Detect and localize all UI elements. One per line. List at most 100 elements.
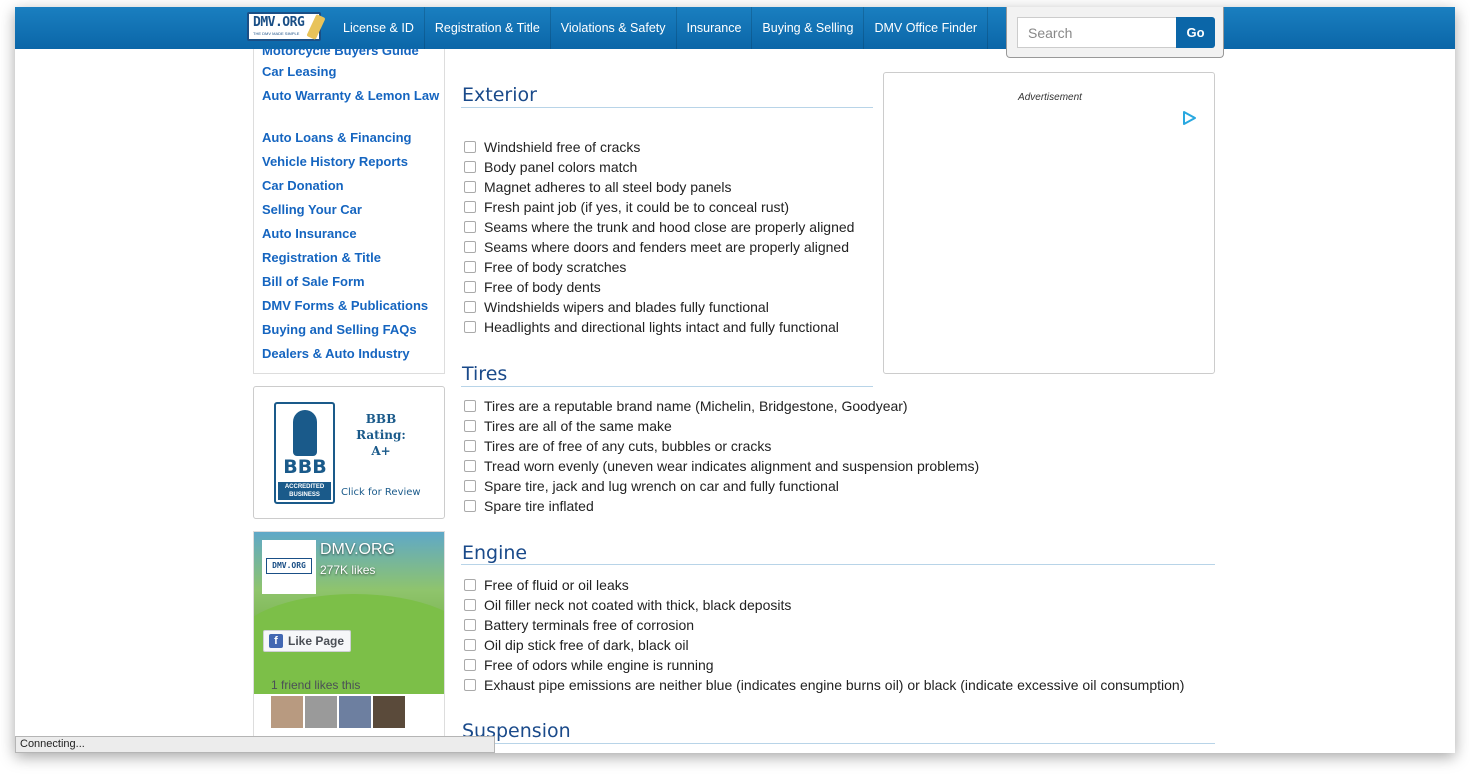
friend-avatar[interactable] <box>373 696 405 728</box>
checklist-item[interactable]: Battery terminals free of corrosion <box>464 615 694 635</box>
go-button[interactable]: Go <box>1176 17 1215 48</box>
search-input[interactable] <box>1017 17 1177 48</box>
facebook-like-button[interactable]: f Like Page <box>263 630 351 652</box>
checkbox[interactable] <box>464 281 476 293</box>
facebook-icon: f <box>269 634 283 648</box>
section-title-engine: Engine <box>462 542 528 564</box>
checkbox[interactable] <box>464 639 476 651</box>
nav-menu: License & ID Registration & Title Violat… <box>333 7 989 49</box>
checkbox[interactable] <box>464 599 476 611</box>
sidebar-link-car-donation[interactable]: Car Donation <box>262 177 442 195</box>
checklist-item[interactable]: Spare tire, jack and lug wrench on car a… <box>464 476 839 496</box>
nav-item-license-id[interactable]: License & ID <box>333 7 425 49</box>
checkbox[interactable] <box>464 301 476 313</box>
sidebar-link-buying-selling-faqs[interactable]: Buying and Selling FAQs <box>262 321 442 339</box>
checklist-item[interactable]: Spare tire inflated <box>464 496 594 516</box>
checklist-item[interactable]: Magnet adheres to all steel body panels <box>464 177 732 197</box>
checklist-item[interactable]: Free of odors while engine is running <box>464 655 714 675</box>
sidebar-link-motorcycle-buyers-guide[interactable]: Motorcycle Buyers Guide <box>262 49 442 60</box>
bbb-rating: BBB Rating: A+ <box>346 411 416 459</box>
search-panel: Go <box>1006 7 1224 58</box>
checklist-item[interactable]: Tires are all of the same make <box>464 416 672 436</box>
bbb-badge[interactable]: BBB ACCREDITED BUSINESS BBB Rating: A+ C… <box>253 386 445 519</box>
sidebar-link-selling-your-car[interactable]: Selling Your Car <box>262 201 442 219</box>
checkbox[interactable] <box>464 161 476 173</box>
section-divider <box>461 107 873 108</box>
section-title-exterior: Exterior <box>462 84 537 106</box>
checkbox[interactable] <box>464 460 476 472</box>
checklist-item[interactable]: Body panel colors match <box>464 157 637 177</box>
nav-item-insurance[interactable]: Insurance <box>677 7 753 49</box>
profile-logo: DMV.ORG <box>266 558 312 574</box>
facebook-widget: DMV.ORG DMV.ORG 277K likes f Like Page 1… <box>253 531 445 753</box>
facebook-profile-picture[interactable]: DMV.ORG <box>262 540 316 594</box>
facebook-cover-image: DMV.ORG DMV.ORG 277K likes f Like Page <box>254 532 444 694</box>
facebook-page-name[interactable]: DMV.ORG <box>320 541 395 559</box>
nav-item-buying-selling[interactable]: Buying & Selling <box>752 7 865 49</box>
checkbox[interactable] <box>464 201 476 213</box>
checklist-item[interactable]: Seams where the trunk and hood close are… <box>464 217 854 237</box>
checklist-item[interactable]: Tread worn evenly (uneven wear indicates… <box>464 456 979 476</box>
like-button-label: Like Page <box>288 634 345 648</box>
sidebar-link-auto-warranty[interactable]: Auto Warranty & Lemon Law <box>262 87 442 105</box>
sidebar-link-dealers-auto-industry[interactable]: Dealers & Auto Industry <box>262 345 442 363</box>
checkbox[interactable] <box>464 659 476 671</box>
checkbox[interactable] <box>464 181 476 193</box>
sidebar-link-registration-title[interactable]: Registration & Title <box>262 249 442 267</box>
sidebar-link-car-leasing[interactable]: Car Leasing <box>262 63 442 81</box>
section-title-tires: Tires <box>462 363 508 385</box>
bbb-rating-line1: BBB <box>365 412 397 426</box>
checklist-item[interactable]: Headlights and directional lights intact… <box>464 317 839 337</box>
checkbox[interactable] <box>464 221 476 233</box>
checkbox[interactable] <box>464 619 476 631</box>
bbb-seal-icon: BBB ACCREDITED BUSINESS <box>274 402 335 504</box>
checkbox[interactable] <box>464 579 476 591</box>
browser-status-bar: Connecting... <box>15 736 495 753</box>
friend-avatar[interactable] <box>271 696 303 728</box>
bbb-rating-line2: Rating: <box>356 428 406 442</box>
checkbox[interactable] <box>464 321 476 333</box>
advertisement-label: Advertisement <box>1018 92 1082 103</box>
sidebar-link-vehicle-history[interactable]: Vehicle History Reports <box>262 153 442 171</box>
checklist-item[interactable]: Free of fluid or oil leaks <box>464 575 629 595</box>
checkbox[interactable] <box>464 141 476 153</box>
sidebar-link-auto-insurance[interactable]: Auto Insurance <box>262 225 442 243</box>
checklist-item[interactable]: Windshields wipers and blades fully func… <box>464 297 769 317</box>
section-divider <box>461 564 1215 565</box>
checklist-item[interactable]: Free of body dents <box>464 277 601 297</box>
sidebar-links: Motorcycle Buyers Guide Car Leasing Auto… <box>253 49 445 374</box>
checkbox[interactable] <box>464 500 476 512</box>
checkbox[interactable] <box>464 480 476 492</box>
checkbox[interactable] <box>464 261 476 273</box>
checklist-item[interactable]: Fresh paint job (if yes, it could be to … <box>464 197 789 217</box>
checklist-item[interactable]: Oil dip stick free of dark, black oil <box>464 635 689 655</box>
checkbox[interactable] <box>464 440 476 452</box>
checklist-item[interactable]: Free of body scratches <box>464 257 626 277</box>
checklist-item[interactable]: Windshield free of cracks <box>464 137 640 157</box>
checklist-item[interactable]: Seams where doors and fenders meet are p… <box>464 237 849 257</box>
nav-item-dmv-office-finder[interactable]: DMV Office Finder <box>864 7 989 49</box>
advertisement-box[interactable]: Advertisement <box>883 72 1215 374</box>
checklist-item[interactable]: Tires are a reputable brand name (Michel… <box>464 396 908 416</box>
bbb-click-for-review[interactable]: Click for Review <box>341 487 421 498</box>
logo-tagline: THE DMV MADE SIMPLE <box>253 31 300 36</box>
checkbox[interactable] <box>464 420 476 432</box>
sidebar-link-dmv-forms[interactable]: DMV Forms & Publications <box>262 297 442 315</box>
bbb-rating-grade: A+ <box>371 444 391 458</box>
friend-avatar[interactable] <box>339 696 371 728</box>
checkbox[interactable] <box>464 241 476 253</box>
checklist-item[interactable]: Oil filler neck not coated with thick, b… <box>464 595 791 615</box>
bbb-letters: BBB <box>283 456 327 478</box>
friend-avatar[interactable] <box>305 696 337 728</box>
sidebar-link-bill-of-sale[interactable]: Bill of Sale Form <box>262 273 442 291</box>
checkbox[interactable] <box>464 679 476 691</box>
sidebar-link-auto-loans[interactable]: Auto Loans & Financing <box>262 129 442 147</box>
checklist-item[interactable]: Exhaust pipe emissions are neither blue … <box>464 675 1184 695</box>
nav-item-violations-safety[interactable]: Violations & Safety <box>551 7 677 49</box>
adchoices-icon[interactable] <box>1181 110 1197 126</box>
torch-icon <box>293 410 317 456</box>
checklist-item[interactable]: Tires are of free of any cuts, bubbles o… <box>464 436 771 456</box>
dmv-logo[interactable]: DMV.ORG THE DMV MADE SIMPLE <box>247 12 326 41</box>
nav-item-registration-title[interactable]: Registration & Title <box>425 7 551 49</box>
checkbox[interactable] <box>464 400 476 412</box>
